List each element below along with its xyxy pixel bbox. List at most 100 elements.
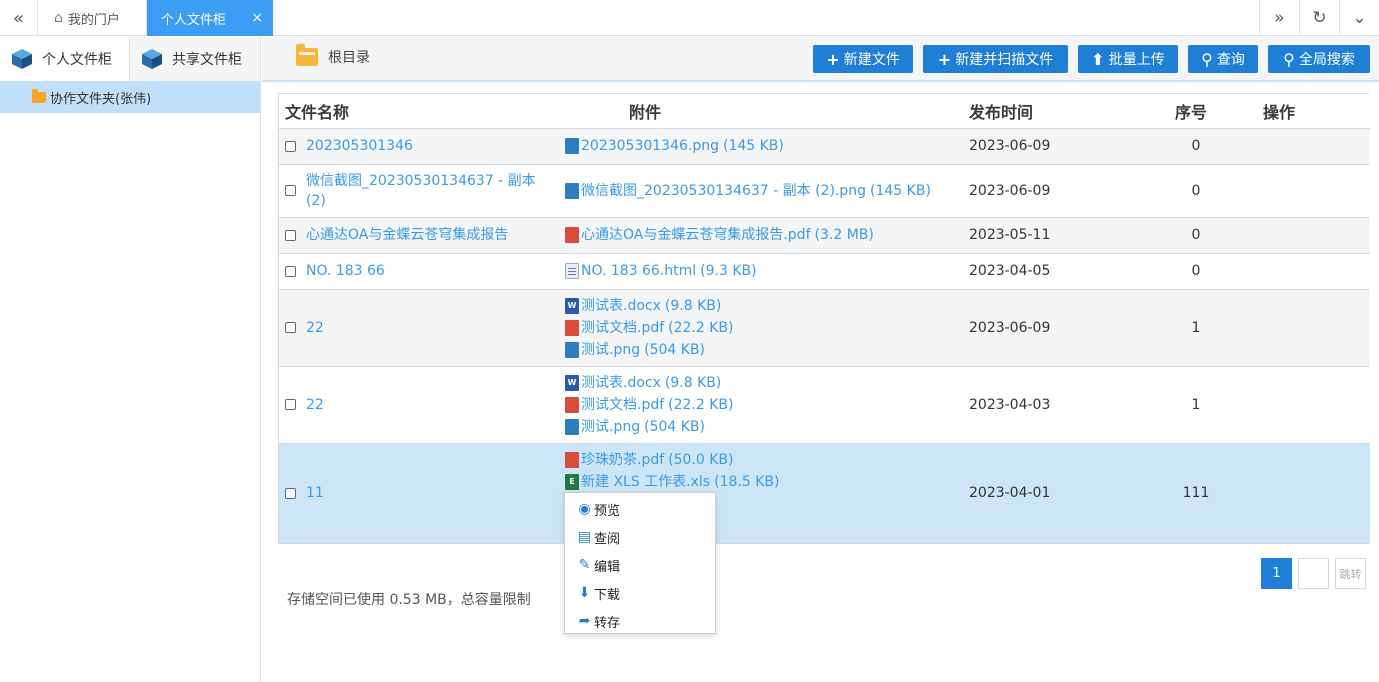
attachment-link[interactable]: 心通达OA与金蝶云苍穹集成报告.pdf [581,227,811,243]
cell-time: 2023-04-03 [969,366,1129,444]
pdf-file-icon [565,319,579,336]
row-checkbox[interactable] [285,322,296,333]
menu-item-download[interactable]: ⬇ 下载 [565,579,715,607]
cell-seq: 0 [1129,217,1263,254]
cell-time: 2023-06-09 [969,289,1129,367]
cube-icon [12,49,32,69]
row-checkbox[interactable] [285,487,296,499]
cell-time: 2023-05-11 [969,217,1129,254]
attachment-link[interactable]: 测试表.docx [581,375,661,391]
page-button-1[interactable]: 1 [1261,558,1292,589]
file-name-link[interactable]: 微信截图_20230530134637 - 副本 (2) [306,171,546,211]
header-action: 操作 [1263,94,1370,129]
table-row[interactable]: 微信截图_20230530134637 - 副本 (2) 微信截图_2023053… [279,164,1370,218]
table-row[interactable]: NO. 183 66 NO. 183 66.html (9.3 KB) 2023-04… [279,253,1370,290]
page-jump-input[interactable] [1298,558,1329,589]
attachment-link[interactable]: NO. 183 66.html [581,263,696,279]
attachment-item: 微信截图_20230530134637 - 副本 (2).png (145 KB) [565,180,969,202]
tab-my-portal[interactable]: ⌂ 我的门户 [40,0,147,36]
attachment-link[interactable]: 测试文档.pdf [581,397,664,413]
cell-seq: 1 [1129,366,1263,444]
tab-personal-cabinet[interactable]: 个人文件柜 × [147,0,273,36]
png-file-icon [565,341,579,358]
table-row[interactable]: 22 W 测试表.docx (9.8 KB) 测试文档.pdf (22.2 KB) 测试.p… [279,289,1370,367]
file-name-link[interactable]: 心通达OA与金蝶云苍穹集成报告 [306,225,546,245]
attachment-size: (3.2 MB) [814,227,874,243]
attachment-text: NO. 183 66.html (9.3 KB) [581,260,757,282]
close-icon[interactable]: × [251,10,263,26]
file-name-link[interactable]: 11 [306,483,546,503]
button-label: 新建文件 [843,52,900,68]
home-icon: ⌂ [54,10,63,26]
global-search-button[interactable]: ⚲ 全局搜索 [1268,45,1370,73]
page-jump-button[interactable]: 跳转 [1335,558,1366,589]
cell-action [1263,164,1370,218]
scroll-right-icon[interactable]: » [1259,0,1299,36]
header-time: 发布时间 [969,94,1129,129]
file-name-link[interactable]: 22 [306,318,546,338]
file-name-link[interactable]: NO. 183 66 [306,261,546,281]
query-button[interactable]: ⚲ 查询 [1188,45,1258,73]
attachment-link[interactable]: 测试表.docx [581,298,661,314]
table-row[interactable]: 202305301346 202305301346.png (145 KB) 2023… [279,128,1370,165]
new-scan-file-button[interactable]: + 新建并扫描文件 [923,45,1068,73]
scroll-left-icon[interactable]: « [0,0,38,36]
attachment-text: 测试表.docx (9.8 KB) [581,372,721,394]
cell-attachments: 心通达OA与金蝶云苍穹集成报告.pdf (3.2 MB) [563,217,969,254]
cell-seq: 111 [1129,443,1263,543]
header-name: 文件名称 [279,94,563,129]
attachment-item: 测试文档.pdf (22.2 KB) [565,394,969,416]
new-file-button[interactable]: + 新建文件 [813,45,913,73]
breadcrumb-label: 根目录 [328,50,370,66]
row-checkbox[interactable] [285,265,296,277]
menu-item-preview[interactable]: ◉ 预览 [565,495,715,523]
attachment-link[interactable]: 测试.png [581,419,640,435]
refresh-icon[interactable]: ↻ [1299,0,1339,36]
pencil-icon: ✎ [578,557,591,573]
attachment-link[interactable]: 珍珠奶茶.pdf [581,452,664,468]
cell-attachments: 微信截图_20230530134637 - 副本 (2).png (145 KB) [563,164,969,218]
row-checkbox[interactable] [285,399,296,410]
file-name-link[interactable]: 22 [306,395,546,415]
attachment-link[interactable]: 微信截图_20230530134637 - 副本 (2).png [581,183,866,199]
cell-time: 2023-06-09 [969,164,1129,218]
sidebar-tab-personal[interactable]: 个人文件柜 [0,37,130,81]
attachment-link[interactable]: 202305301346.png [581,138,719,154]
attachment-link[interactable]: 测试文档.pdf [581,320,664,336]
attachment-link[interactable]: 测试.png [581,342,640,358]
table-row[interactable]: 11 珍珠奶茶.pdf (50.0 KB) E 新建 XLS 工作表.xls (18.5 … [279,443,1370,543]
sidebar-tab-shared[interactable]: 共享文件柜 [130,37,260,81]
row-checkbox[interactable] [285,229,296,241]
toolbar: 根目录 + 新建文件 + 新建并扫描文件 ⬆ 批量上传 ⚲ 查询 ⚲ 全局搜索 [262,37,1379,82]
chevron-down-icon[interactable]: ⌄ [1339,0,1379,36]
row-checkbox[interactable] [285,140,296,152]
cell-action [1263,289,1370,367]
batch-upload-button[interactable]: ⬆ 批量上传 [1078,45,1178,73]
attachment-item: W 测试表.docx (9.8 KB) [565,295,969,317]
storage-info: 存储空间已使用 0.53 MB，总容量限制 [287,592,531,608]
menu-item-edit[interactable]: ✎ 编辑 [565,551,715,579]
cell-seq: 0 [1129,164,1263,218]
file-name-link[interactable]: 202305301346 [306,136,546,156]
attachment-size: (18.5 KB) [714,474,780,491]
upload-arrow-icon: ⬆ [1091,49,1105,69]
table-row[interactable]: 心通达OA与金蝶云苍穹集成报告 心通达OA与金蝶云苍穹集成报告.pdf (3.2 M… [279,217,1370,254]
attachment-size: (145 KB) [870,182,931,199]
table-row[interactable]: 22 W 测试表.docx (9.8 KB) 测试文档.pdf (22.2 KB) 测试.p… [279,366,1370,444]
cell-attachments: 202305301346.png (145 KB) [563,128,969,165]
attachment-item: 测试文档.pdf (22.2 KB) [565,317,969,339]
tree-item-collab-folder[interactable]: 协作文件夹(张伟) [0,81,260,113]
cell-seq: 0 [1129,128,1263,165]
menu-item-view[interactable]: ▤ 查阅 [565,523,715,551]
menu-item-transfer[interactable]: ➦ 转存 [565,607,715,635]
attachment-size: (50.0 KB) [668,452,734,469]
cell-name: NO. 183 66 [279,253,563,290]
cell-name: 微信截图_20230530134637 - 副本 (2) [279,164,563,218]
row-checkbox[interactable] [285,185,296,196]
attachment-item: 珍珠奶茶.pdf (50.0 KB) [565,449,969,471]
header-seq: 序号 [1129,94,1263,129]
cell-action [1263,128,1370,165]
attachment-link[interactable]: 新建 XLS 工作表.xls [581,474,710,490]
file-table: 文件名称 附件 发布时间 序号 操作 202305301346 202305301… [278,93,1370,544]
breadcrumb[interactable]: 根目录 [296,44,370,67]
